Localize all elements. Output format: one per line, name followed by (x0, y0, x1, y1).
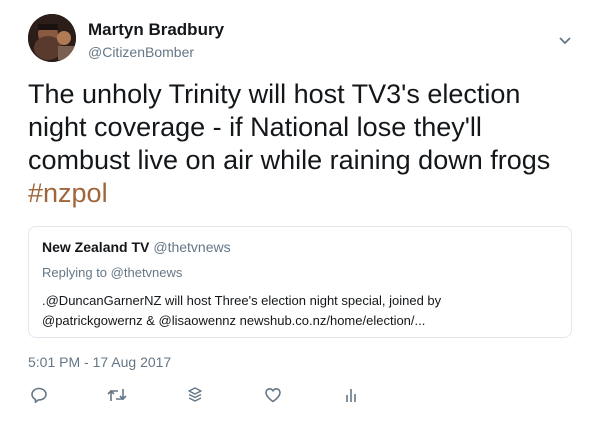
analytics-icon[interactable] (340, 384, 362, 406)
quoted-tweet[interactable]: New Zealand TV @thetvnews Replying to @th… (28, 226, 572, 338)
avatar[interactable] (28, 14, 76, 62)
reply-icon[interactable] (28, 384, 50, 406)
replying-to-handle[interactable]: @thetvnews (111, 265, 183, 280)
replying-to-label: Replying to (42, 265, 108, 280)
quoted-author-name: New Zealand TV (42, 239, 150, 255)
tweet-body: The unholy Trinity will host TV3's elect… (28, 79, 551, 175)
hashtag-link[interactable]: #nzpol (28, 178, 108, 208)
heart-icon[interactable] (262, 384, 284, 406)
quoted-text: .@DuncanGarnerNZ will host Three's elect… (42, 293, 442, 328)
author-handle[interactable]: @CitizenBomber (88, 44, 194, 60)
tweet-text: The unholy Trinity will host TV3's elect… (28, 78, 588, 210)
avatar-photo (28, 14, 76, 62)
layers-icon[interactable] (184, 384, 206, 406)
timestamp[interactable]: 5:01 PM - 17 Aug 2017 (28, 354, 171, 370)
author-name[interactable]: Martyn Bradbury (88, 20, 224, 40)
action-bar (28, 384, 428, 408)
quoted-author: New Zealand TV @thetvnews (42, 239, 231, 255)
quoted-author-handle: @thetvnews (153, 239, 231, 255)
replying-to: Replying to @thetvnews (42, 265, 182, 280)
retweet-icon[interactable] (106, 384, 128, 406)
chevron-down-icon[interactable] (558, 36, 572, 46)
